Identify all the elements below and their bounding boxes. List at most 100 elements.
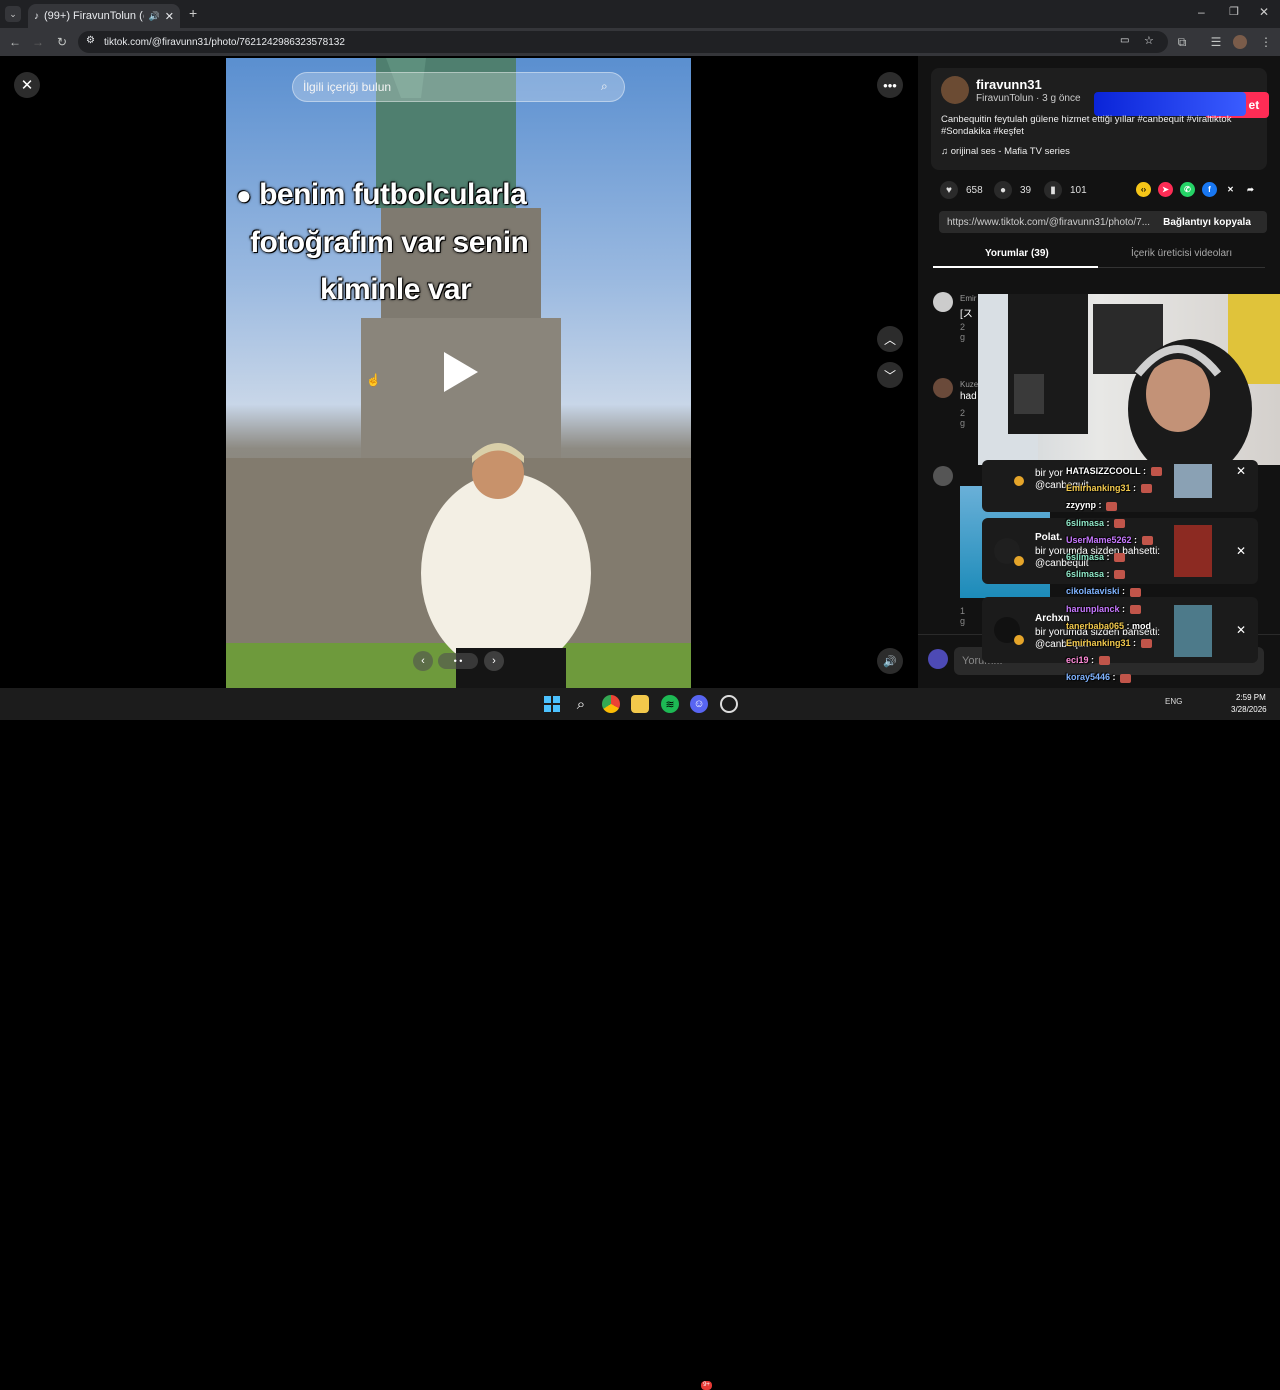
restore-button[interactable]: ❐ xyxy=(1229,5,1239,18)
forward-icon[interactable]: → xyxy=(30,34,46,50)
chat-separator: : xyxy=(1096,500,1105,511)
minimize-button[interactable]: – xyxy=(1198,5,1205,19)
close-window-button[interactable]: ✕ xyxy=(1259,5,1269,19)
facebook-share-icon[interactable]: f xyxy=(1202,182,1217,197)
comment-author[interactable]: Kuze xyxy=(960,380,978,389)
ad-banner[interactable] xyxy=(1094,92,1246,116)
post-photo[interactable]: İlgili içeriği bulun ⌕ ● benim futbolcul… xyxy=(226,58,691,688)
chat-message: HATASIZZCOOLL : xyxy=(1066,466,1162,477)
search-icon[interactable]: ⌕ xyxy=(572,695,590,713)
notification-sender: Archxn xyxy=(1035,613,1070,624)
reload-icon[interactable]: ↻ xyxy=(54,34,70,50)
notification-thumbnail[interactable] xyxy=(1174,464,1212,498)
music-row[interactable]: ♫ orijinal ses - Mafia TV series xyxy=(941,146,1070,157)
play-button[interactable] xyxy=(440,350,480,394)
notification-close-icon[interactable]: ✕ xyxy=(1236,544,1246,558)
save-stat[interactable]: ▮ 101 xyxy=(1044,181,1087,199)
bookmark-icon[interactable]: ▮ xyxy=(1044,181,1062,199)
chat-message: zzyynp : xyxy=(1066,500,1118,511)
browser-menu-icon[interactable]: ⋮ xyxy=(1258,34,1274,50)
related-search-input[interactable]: İlgili içeriği bulun ⌕ xyxy=(292,72,625,102)
author-username[interactable]: firavunn31 xyxy=(976,77,1042,92)
more-share-icon[interactable]: ➦ xyxy=(1243,182,1258,197)
browser-toolbar: ← → ↻ ⚙ tiktok.com/@firavunn31/photo/762… xyxy=(0,28,1280,56)
search-icon[interactable]: ⌕ xyxy=(601,79,608,94)
heart-icon[interactable]: ♥ xyxy=(940,181,958,199)
windows-start-icon[interactable] xyxy=(543,695,561,713)
extensions-icon[interactable]: ⧉ xyxy=(1174,34,1190,50)
language-indicator[interactable]: ENG xyxy=(1165,697,1182,706)
photo-caption-line-1: ● benim futbolcularla xyxy=(236,178,527,211)
tab-close-icon[interactable]: ✕ xyxy=(165,10,174,23)
profile-avatar[interactable] xyxy=(1232,34,1248,50)
tab-creator-videos[interactable]: İçerik üreticisi videoları xyxy=(1131,248,1232,259)
comment-author[interactable]: Emir xyxy=(960,294,976,303)
comment-count: 39 xyxy=(1020,184,1032,196)
whatsapp-share-icon[interactable]: ✆ xyxy=(1180,182,1195,197)
avatar[interactable] xyxy=(933,466,953,486)
spotify-icon[interactable]: ≋ xyxy=(661,695,679,713)
reading-list-icon[interactable]: ☰ xyxy=(1208,34,1224,50)
photo-caption-line-2: fotoğrafım var senin xyxy=(250,226,529,259)
embed-share-icon[interactable]: ‹› xyxy=(1136,182,1151,197)
back-icon[interactable]: ← xyxy=(7,34,23,50)
chat-separator: : xyxy=(1131,534,1140,545)
save-count: 101 xyxy=(1070,184,1087,196)
cast-icon[interactable]: ▭ xyxy=(1120,35,1129,46)
send-share-icon[interactable]: ➤ xyxy=(1158,182,1173,197)
notification-thumbnail[interactable] xyxy=(1174,525,1212,577)
emote-icon xyxy=(1129,587,1141,597)
new-tab-button[interactable]: + xyxy=(189,5,197,21)
emote-icon xyxy=(1150,467,1162,477)
chat-username: 6slimasa xyxy=(1066,552,1105,562)
avatar[interactable] xyxy=(933,378,953,398)
avatar[interactable] xyxy=(933,292,953,312)
chat-message: UserMame5262 : xyxy=(1066,535,1153,545)
speaking-head-icon: ● xyxy=(236,180,252,210)
chat-separator: : xyxy=(1110,672,1119,683)
comment-stat[interactable]: ● 39 xyxy=(994,181,1031,199)
notification-close-icon[interactable]: ✕ xyxy=(1236,464,1246,478)
chat-username: tanerbaba065 xyxy=(1066,620,1125,631)
x-share-icon[interactable]: ✕ xyxy=(1223,182,1238,197)
tab-search-button[interactable]: ⌄ xyxy=(5,6,21,22)
volume-button[interactable]: 🔊 xyxy=(877,648,903,674)
coin-icon xyxy=(1014,635,1024,645)
speaker-icon[interactable]: 🔊 xyxy=(149,11,160,22)
clock-time[interactable]: 2:59 PM xyxy=(1236,693,1266,702)
more-options-button[interactable]: ••• xyxy=(877,72,903,98)
copy-link-button[interactable]: Bağlantıyı kopyala xyxy=(1152,211,1262,233)
notification-thumbnail[interactable] xyxy=(1174,605,1212,657)
chat-message: cikolataviski : xyxy=(1066,586,1141,597)
cursor-icon: ☝ xyxy=(366,373,381,387)
avatar[interactable] xyxy=(928,649,948,669)
tab-comments[interactable]: Yorumlar (39) xyxy=(985,248,1049,259)
file-explorer-icon[interactable] xyxy=(631,695,649,713)
chat-username: harunplanck xyxy=(1066,603,1120,614)
previous-post-button[interactable]: ︿ xyxy=(877,326,903,352)
carousel-prev-button[interactable]: ‹ xyxy=(413,651,433,671)
comment-icon[interactable]: ● xyxy=(994,181,1012,199)
clock-date[interactable]: 3/28/2026 xyxy=(1231,705,1267,714)
site-info-icon[interactable]: ⚙ xyxy=(86,35,95,46)
address-bar[interactable]: ⚙ tiktok.com/@firavunn31/photo/762124298… xyxy=(78,31,1168,53)
author-avatar[interactable] xyxy=(941,76,969,104)
comment-time: 1 g xyxy=(960,606,966,626)
browser-tab[interactable]: ♪ (99+) FiravunTolun (@firavu... 🔊 ✕ xyxy=(28,4,180,28)
chat-message: Emirhanking31 : xyxy=(1066,638,1152,649)
bookmark-star-icon[interactable]: ☆ xyxy=(1144,34,1154,47)
related-search-placeholder: İlgili içeriği bulun xyxy=(303,80,392,94)
settings-app-icon[interactable] xyxy=(720,695,738,713)
like-stat[interactable]: ♥ 658 xyxy=(940,181,983,199)
post-info-card: firavunn31 FiravunTolun · 3 g önce Takip… xyxy=(931,68,1269,170)
notification-close-icon[interactable]: ✕ xyxy=(1236,623,1246,637)
emote-icon xyxy=(1140,484,1152,494)
tab-comments-underline xyxy=(933,266,1098,268)
carousel-next-button[interactable]: › xyxy=(484,651,504,671)
discord-icon[interactable]: ☺ xyxy=(690,695,708,713)
chat-username: koray5446 xyxy=(1066,672,1111,683)
close-viewer-button[interactable]: ✕ xyxy=(14,72,40,98)
chrome-icon[interactable] xyxy=(602,695,620,713)
chat-message: 6slimasa : xyxy=(1066,569,1126,580)
next-post-button[interactable]: ﹀ xyxy=(877,362,903,388)
